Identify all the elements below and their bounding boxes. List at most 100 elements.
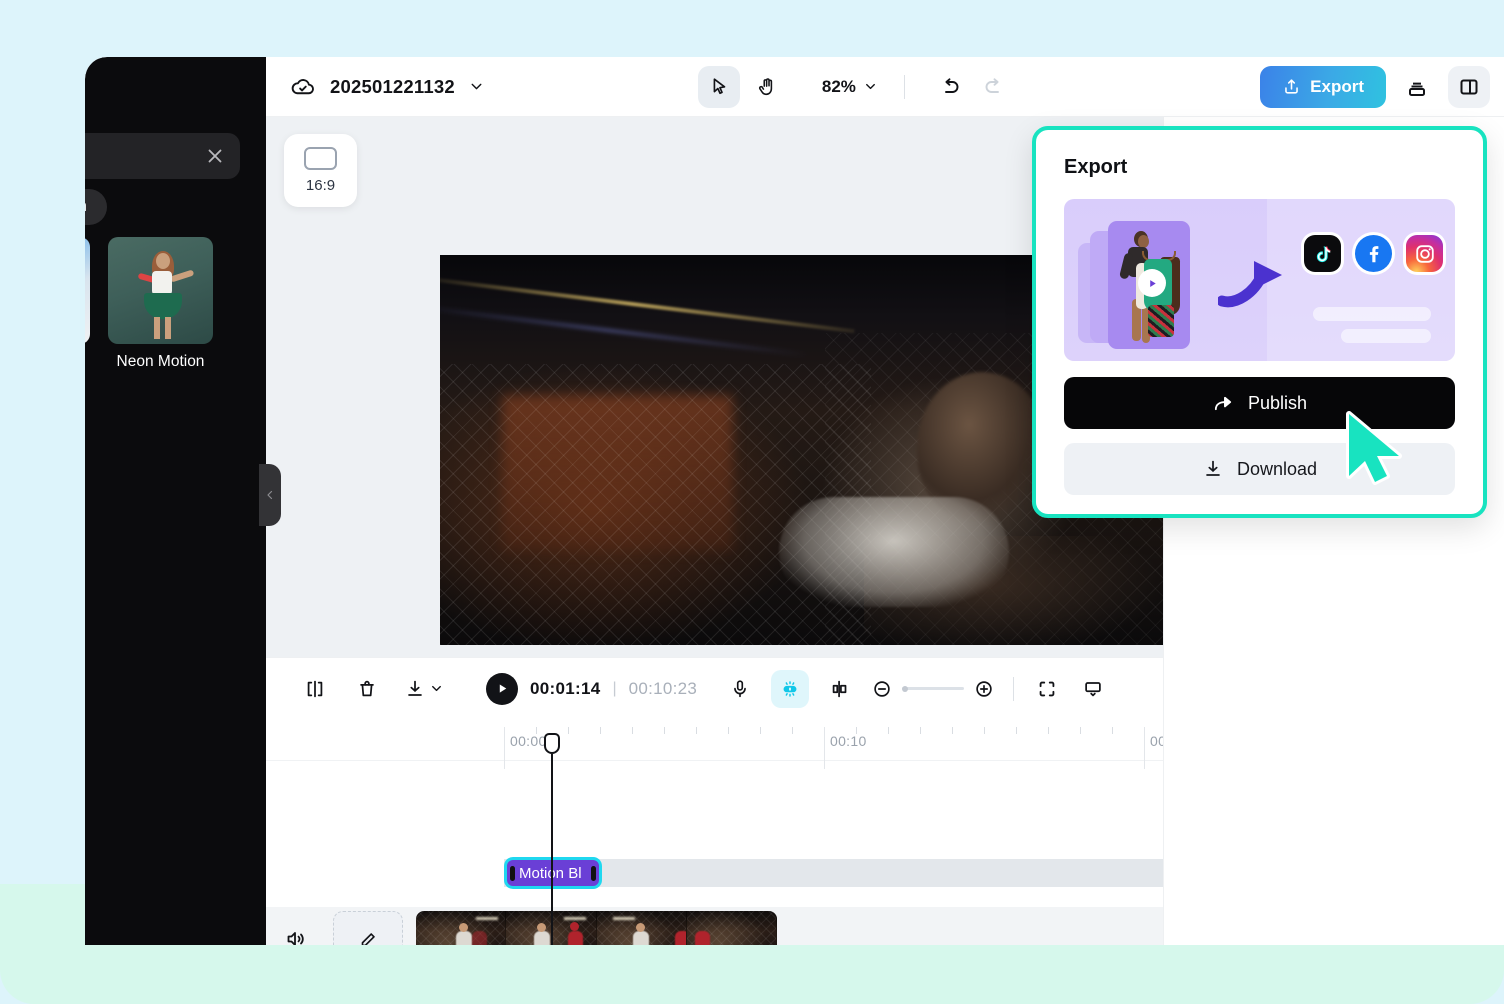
effects-grid: lur Neon Motion (85, 237, 213, 371)
playhead-knob[interactable] (544, 733, 560, 754)
cut-button[interactable] (825, 674, 855, 704)
top-toolbar: 202501221132 82% (266, 57, 1504, 117)
toolbar-divider (1013, 677, 1014, 701)
curved-arrow-icon (1218, 257, 1290, 309)
layers-button[interactable] (1396, 66, 1438, 108)
delete-button[interactable] (352, 674, 382, 704)
download-icon (404, 678, 426, 700)
tiktok-icon (1304, 235, 1341, 272)
magic-effect-icon (779, 678, 801, 700)
ruler-label: 00:20 (1150, 733, 1163, 749)
effects-track[interactable]: Motion Bl (504, 859, 1163, 887)
timeline-tools-left (266, 674, 444, 704)
export-button[interactable]: Export (1260, 66, 1386, 108)
timeline-tools-right (725, 670, 1108, 708)
split-clip-button[interactable] (300, 674, 330, 704)
cloud-check-icon[interactable] (290, 73, 317, 100)
ruler-label: 00:00 (510, 733, 547, 749)
fullscreen-button[interactable] (1032, 674, 1062, 704)
download-icon (1202, 458, 1224, 480)
current-time: 00:01:14 (530, 679, 600, 699)
undo-button[interactable] (931, 68, 969, 106)
sidebar-collapse-handle[interactable] (259, 464, 281, 526)
monitor-chevron-icon (1082, 678, 1104, 700)
redo-button[interactable] (975, 68, 1013, 106)
effect-thumb-figure (136, 253, 188, 339)
clip-trim-handle-left[interactable] (510, 866, 515, 881)
rectangle-icon (304, 147, 337, 170)
chevron-down-icon[interactable] (468, 78, 485, 95)
publish-button[interactable]: Publish (1064, 377, 1455, 429)
panel-toggle-button[interactable] (1448, 66, 1490, 108)
topbar-tools-group: 82% (698, 66, 1013, 108)
trash-icon (356, 678, 378, 700)
download-button[interactable]: Download (1064, 443, 1455, 495)
layers-icon (1405, 75, 1429, 99)
export-popup: Export (1032, 126, 1487, 518)
instagram-icon (1406, 235, 1443, 272)
total-time: 00:10:23 (629, 679, 698, 699)
illustration-placeholder-bar (1341, 329, 1431, 343)
clip-thumbnail (597, 911, 687, 945)
download-clip-button[interactable] (404, 678, 444, 700)
hand-tool-button[interactable] (746, 66, 788, 108)
video-track[interactable] (266, 907, 1163, 945)
chevron-down-icon (429, 681, 444, 696)
export-button-label: Export (1310, 77, 1364, 97)
fullscreen-icon (1036, 678, 1058, 700)
pointer-tool-button[interactable] (698, 66, 740, 108)
plus-circle-icon[interactable] (973, 678, 995, 700)
effect-item-blur[interactable]: lur (85, 237, 90, 371)
zoom-level-selector[interactable]: 82% (822, 77, 878, 97)
playhead[interactable] (552, 733, 560, 945)
timeline[interactable]: 00:00 00:10 00:20 Motion Bl (266, 719, 1163, 945)
microphone-button[interactable] (725, 674, 755, 704)
effect-thumbnail[interactable] (85, 237, 90, 344)
effect-item-neon-motion[interactable]: Neon Motion (108, 237, 213, 371)
display-settings-button[interactable] (1078, 674, 1108, 704)
magic-effect-button[interactable] (771, 670, 809, 708)
minus-circle-icon[interactable] (871, 678, 893, 700)
export-popup-title: Export (1064, 156, 1455, 179)
effect-thumbnail[interactable] (108, 237, 213, 344)
zoom-slider-thumb[interactable] (902, 686, 908, 692)
cut-icon (829, 678, 851, 700)
playhead-line (551, 754, 553, 945)
preview-canvas-area: 16:9 (266, 117, 1163, 657)
chevron-down-icon (863, 79, 878, 94)
filter-chip-motion[interactable]: motion (85, 189, 107, 225)
effects-sidebar-panel: motion lur Neon Moti (85, 57, 266, 945)
toolbar-divider (904, 75, 905, 99)
timeline-zoom-slider[interactable] (871, 678, 995, 700)
play-button[interactable] (486, 673, 518, 705)
undo-icon (938, 75, 962, 99)
redo-icon (982, 75, 1006, 99)
play-icon (496, 682, 509, 695)
upload-icon (1282, 77, 1301, 96)
timeline-toolbar: 00:01:14 | 00:10:23 (266, 657, 1163, 719)
playback-controls: 00:01:14 | 00:10:23 (486, 673, 697, 705)
preview-light-streak-blue (440, 305, 808, 357)
download-button-label: Download (1237, 459, 1317, 480)
close-icon[interactable] (204, 145, 226, 167)
project-title[interactable]: 202501221132 (330, 76, 455, 98)
zoom-slider-track[interactable] (902, 687, 964, 690)
effect-label: Neon Motion (108, 353, 213, 371)
aspect-ratio-label: 16:9 (306, 177, 335, 194)
illustration-placeholder-bar (1313, 307, 1431, 321)
split-panel-icon (1457, 75, 1481, 99)
aspect-ratio-button[interactable]: 16:9 (284, 134, 357, 207)
timeline-video-clip[interactable] (416, 911, 777, 945)
time-separator: | (612, 680, 616, 698)
clip-trim-handle-right[interactable] (591, 866, 596, 881)
timeline-ruler[interactable]: 00:00 00:10 00:20 (266, 719, 1163, 761)
topbar-right-group: Export (1260, 66, 1504, 108)
preview-boxing-glove (779, 497, 1009, 607)
volume-icon[interactable] (284, 927, 308, 945)
publish-button-label: Publish (1248, 393, 1307, 414)
sidebar-search-field[interactable] (85, 133, 240, 179)
preview-light-streak (440, 275, 854, 333)
edit-clip-button[interactable] (333, 911, 403, 945)
filter-chip-label: motion (85, 198, 87, 216)
share-icon (1212, 392, 1235, 415)
